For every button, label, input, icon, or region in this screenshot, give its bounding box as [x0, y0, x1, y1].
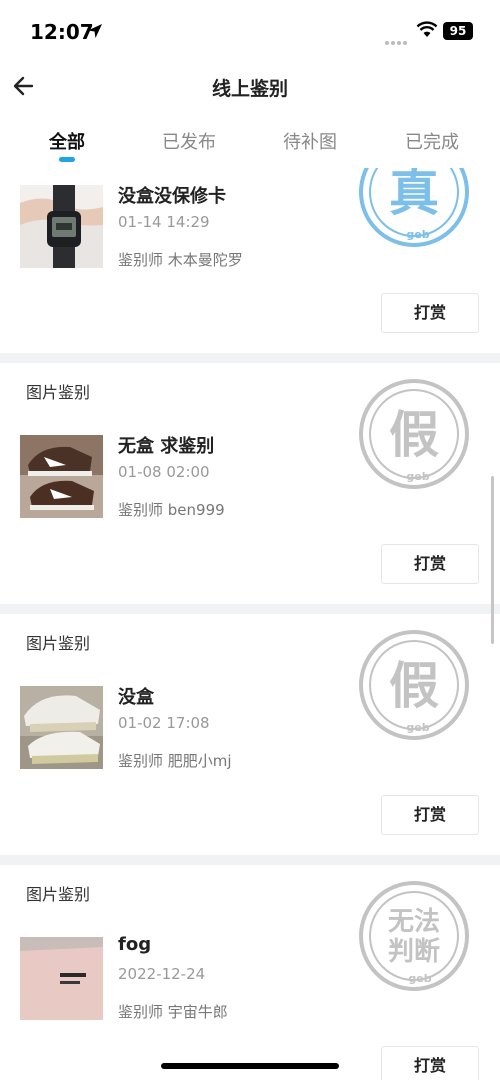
stamp-brand: geb: [408, 972, 431, 985]
item-date: 01-08 02:00: [118, 463, 210, 481]
tab-all[interactable]: 全部: [17, 128, 117, 154]
card-type-label: 图片鉴别: [26, 634, 91, 653]
stamp-text: 假: [389, 406, 439, 464]
card-divider: [0, 604, 500, 614]
card-divider: [0, 855, 500, 865]
card-type-label: 图片鉴别: [26, 383, 91, 402]
stamp-brand: geb: [406, 228, 429, 241]
tip-button[interactable]: 打赏: [381, 293, 479, 333]
tshirt-photo-thumbnail: [20, 937, 103, 1020]
stamp-text: 假: [389, 657, 439, 715]
item-title: 无盒 求鉴别: [118, 436, 215, 457]
list-item[interactable]: 图片鉴别 没盒 01-02 17:08 鉴别师 肥肥小mj 假 geb 打赏: [0, 614, 500, 855]
battery-indicator: 95: [443, 22, 473, 40]
stamp-brand: geb: [406, 721, 429, 734]
status-bar: 12:07 95: [0, 0, 500, 62]
sneaker-photo-thumbnail: [20, 435, 103, 518]
tab-active-indicator: [59, 157, 75, 162]
tab-pending-photos[interactable]: 待补图: [260, 128, 360, 154]
list-item[interactable]: 图片鉴别 无盒 求鉴别 01-08 02:00 鉴别师 ben999 假 geb…: [0, 363, 500, 604]
white-sneaker-photo-thumbnail: [20, 686, 103, 769]
appraisal-list: 没盒没保修卡 01-14 14:29 鉴别师 木本曼陀罗 真 geb 打赏 图片…: [0, 168, 500, 1080]
watch-photo-thumbnail: [20, 185, 103, 268]
authentic-stamp-icon: 真 geb: [359, 168, 469, 247]
tab-published[interactable]: 已发布: [139, 128, 239, 154]
navigation-bar: 线上鉴别: [0, 62, 500, 112]
tab-bar: 全部 已发布 待补图 已完成: [0, 112, 500, 168]
status-time: 12:07: [30, 20, 94, 44]
page-title: 线上鉴别: [211, 78, 288, 100]
wifi-icon: [416, 21, 438, 37]
scrollbar[interactable]: [491, 476, 494, 644]
item-appraiser: 鉴别师 ben999: [118, 501, 225, 519]
home-indicator[interactable]: [161, 1063, 339, 1069]
stamp-brand: geb: [406, 470, 429, 483]
item-appraiser: 鉴别师 木本曼陀罗: [118, 251, 243, 269]
fake-stamp-icon: 假 geb: [359, 630, 469, 740]
item-title: fog: [118, 934, 152, 955]
tab-completed[interactable]: 已完成: [382, 128, 482, 154]
card-divider: [0, 353, 500, 363]
item-date: 2022-12-24: [118, 965, 206, 983]
tip-button[interactable]: 打赏: [381, 544, 479, 584]
item-date: 01-14 14:29: [118, 213, 210, 231]
card-type-label: 图片鉴别: [26, 885, 91, 904]
list-item[interactable]: 图片鉴别 fog 2022-12-24 鉴别师 宇宙牛郎 无法 判断 geb 打…: [0, 865, 500, 1080]
item-appraiser: 鉴别师 宇宙牛郎: [118, 1003, 228, 1021]
signal-dots-icon: [385, 30, 411, 45]
item-title: 没盒: [118, 687, 154, 708]
stamp-text-line1: 无法: [388, 907, 440, 937]
item-appraiser: 鉴别师 肥肥小mj: [118, 752, 232, 770]
location-arrow-icon: [88, 24, 102, 38]
tip-button[interactable]: 打赏: [381, 795, 479, 835]
list-item[interactable]: 没盒没保修卡 01-14 14:29 鉴别师 木本曼陀罗 真 geb 打赏: [0, 168, 500, 353]
item-date: 01-02 17:08: [118, 714, 210, 732]
undetermined-stamp-icon: 无法 判断 geb: [359, 881, 469, 991]
tip-button[interactable]: 打赏: [381, 1046, 479, 1080]
item-title: 没盒没保修卡: [118, 186, 226, 207]
fake-stamp-icon: 假 geb: [359, 379, 469, 489]
stamp-text: 真: [389, 168, 439, 222]
stamp-text-line2: 判断: [388, 936, 440, 967]
